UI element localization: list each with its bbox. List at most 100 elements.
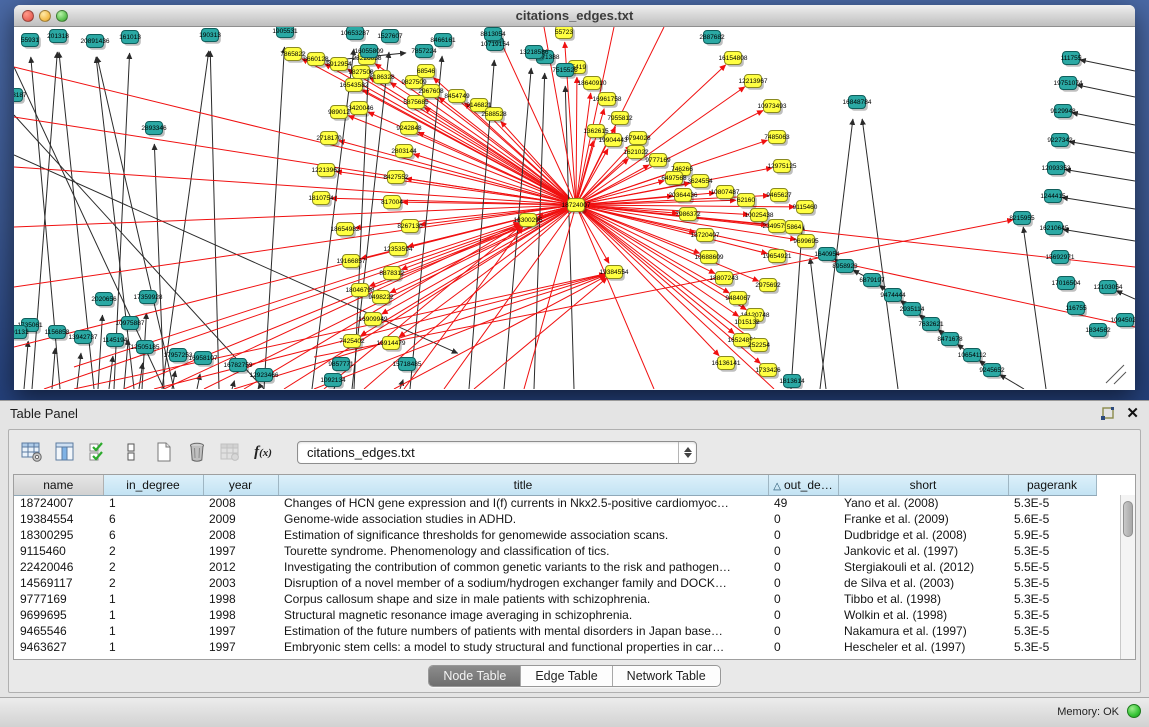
- graph-node[interactable]: 989012: [328, 106, 350, 121]
- graph-node[interactable]: 12103054: [1094, 281, 1123, 296]
- graph-node[interactable]: 18654982: [331, 223, 360, 238]
- graph-node[interactable]: 5864: [786, 221, 805, 236]
- graph-node[interactable]: 7857224: [411, 45, 437, 60]
- table-row[interactable]: 977716911998Corpus callosum shape and si…: [14, 591, 1096, 607]
- float-window-icon[interactable]: [1100, 407, 1114, 421]
- graph-node[interactable]: 1905531: [272, 27, 298, 40]
- graph-node[interactable]: 1834562: [1085, 324, 1111, 339]
- graph-node[interactable]: 111755: [1061, 52, 1082, 67]
- graph-node[interactable]: 7485063: [764, 131, 790, 146]
- graph-node[interactable]: 7865822: [280, 48, 306, 63]
- graph-node[interactable]: 9242848: [396, 122, 422, 137]
- graph-node[interactable]: 16909949: [359, 313, 388, 328]
- graph-node[interactable]: 9474444: [880, 289, 906, 304]
- graph-node[interactable]: 12213963: [312, 164, 341, 179]
- graph-node[interactable]: 13942737: [69, 331, 98, 346]
- graph-node[interactable]: 1733426: [755, 364, 781, 379]
- row-height-button[interactable]: [118, 439, 144, 465]
- show-columns-button[interactable]: [52, 439, 78, 465]
- graph-node[interactable]: 3624554: [687, 175, 713, 190]
- graph-node[interactable]: 17016504: [1052, 277, 1081, 292]
- graph-node[interactable]: 1244415: [1040, 190, 1066, 205]
- column-header-title[interactable]: title: [278, 475, 768, 495]
- graph-node[interactable]: 16958107: [189, 352, 218, 367]
- graph-node[interactable]: 16210645: [1040, 222, 1069, 237]
- column-header-short[interactable]: short: [838, 475, 1008, 495]
- graph-node[interactable]: 9115460: [793, 201, 818, 216]
- column-header-name[interactable]: name: [14, 475, 103, 495]
- graph-node[interactable]: 8186328: [369, 71, 395, 86]
- function-builder-button[interactable]: f(x): [250, 439, 276, 465]
- graph-node[interactable]: 10654112: [958, 349, 987, 364]
- graph-node[interactable]: 20364436: [669, 189, 698, 204]
- graph-node[interactable]: 19751074: [1054, 77, 1083, 92]
- graph-node[interactable]: 116755: [1065, 302, 1087, 317]
- graph-node[interactable]: 19166857: [337, 255, 366, 270]
- table-row[interactable]: 969969511998Structural magnetic resonanc…: [14, 607, 1096, 623]
- graph-node[interactable]: 9484067: [725, 292, 751, 307]
- graph-node[interactable]: 16154808: [719, 52, 748, 67]
- delete-column-button[interactable]: [184, 439, 210, 465]
- graph-node[interactable]: 2893346: [141, 122, 167, 137]
- graph-node[interactable]: 1810754: [308, 192, 334, 207]
- resize-grip-icon[interactable]: [1106, 365, 1124, 383]
- graph-node[interactable]: 12505185: [131, 341, 160, 356]
- graph-node[interactable]: 391131: [14, 326, 29, 341]
- table-row[interactable]: 1872400712008Changes of HCN gene express…: [14, 495, 1096, 511]
- graph-node[interactable]: 19654921: [763, 250, 792, 265]
- graph-node[interactable]: 2588528: [481, 108, 507, 123]
- graph-node[interactable]: 9129948: [1050, 105, 1076, 120]
- graph-node[interactable]: 55723: [555, 27, 575, 41]
- graph-node[interactable]: 1640954: [814, 248, 840, 263]
- graph-node[interactable]: 1145194: [103, 334, 128, 349]
- graph-node[interactable]: 10653287: [341, 27, 370, 42]
- table-row[interactable]: 1938455462009Genome-wide association stu…: [14, 511, 1096, 527]
- graph-node[interactable]: 9465627: [766, 189, 792, 204]
- network-window[interactable]: citations_edges.txt 18724007183002951938…: [14, 5, 1135, 390]
- graph-node[interactable]: 201318: [47, 30, 69, 45]
- graph-node[interactable]: 12353594: [384, 243, 413, 258]
- select-rows-button[interactable]: [85, 439, 111, 465]
- graph-node[interactable]: 10973493: [758, 100, 787, 115]
- table-scrollbar[interactable]: [1120, 495, 1135, 659]
- graph-node[interactable]: 7986372: [675, 208, 701, 223]
- table-row[interactable]: 911546021997Tourette syndrome. Phenomeno…: [14, 543, 1096, 559]
- graph-node[interactable]: 7955812: [607, 112, 633, 127]
- graph-node[interactable]: 16782759: [224, 359, 253, 374]
- table-select-combo[interactable]: citations_edges.txt: [297, 441, 697, 464]
- graph-node[interactable]: 2975692: [755, 279, 781, 294]
- graph-node[interactable]: 8471678: [937, 333, 963, 348]
- graph-node[interactable]: 2020656: [91, 293, 117, 308]
- table-row[interactable]: 1456911722003Disruption of a novel membe…: [14, 575, 1096, 591]
- graph-node[interactable]: 8660128: [303, 53, 329, 68]
- graph-node[interactable]: 62160: [737, 194, 757, 209]
- graph-node[interactable]: 13218586: [520, 46, 549, 61]
- graph-node[interactable]: 2803144: [391, 145, 417, 160]
- column-header-out-de-[interactable]: △out_de…: [768, 475, 838, 495]
- tab-node-table[interactable]: Node Table: [429, 666, 521, 686]
- graph-node[interactable]: 10945022: [1111, 314, 1135, 329]
- graph-node[interactable]: 17359928: [134, 291, 163, 306]
- network-window-titlebar[interactable]: citations_edges.txt: [14, 5, 1135, 27]
- graph-node[interactable]: 9245652: [979, 364, 1005, 379]
- column-header-in-degree[interactable]: in_degree: [103, 475, 203, 495]
- graph-node[interactable]: 8466161: [430, 34, 456, 49]
- graph-node[interactable]: 9777169: [645, 154, 671, 169]
- delete-table-button[interactable]: [217, 439, 243, 465]
- network-canvas[interactable]: 1872400718300295193845545572325419186409…: [14, 27, 1135, 389]
- create-column-button[interactable]: [151, 439, 177, 465]
- graph-node[interactable]: 15692971: [1046, 251, 1075, 266]
- graph-node[interactable]: 2718170: [316, 132, 342, 147]
- graph-node[interactable]: 1527607: [377, 30, 403, 45]
- graph-node[interactable]: 1092134: [320, 374, 346, 389]
- graph-node[interactable]: 161013: [119, 31, 141, 46]
- graph-node[interactable]: 252254: [748, 339, 770, 354]
- graph-node[interactable]: 190313: [199, 29, 221, 44]
- tab-network-table[interactable]: Network Table: [613, 666, 720, 686]
- graph-node[interactable]: 8427552: [383, 171, 409, 186]
- graph-node[interactable]: 55931: [21, 34, 41, 49]
- scrollbar-thumb[interactable]: [1123, 501, 1133, 537]
- graph-node[interactable]: 19384554: [600, 266, 629, 281]
- tab-edge-table[interactable]: Edge Table: [521, 666, 612, 686]
- graph-node[interactable]: 10975887: [116, 317, 145, 332]
